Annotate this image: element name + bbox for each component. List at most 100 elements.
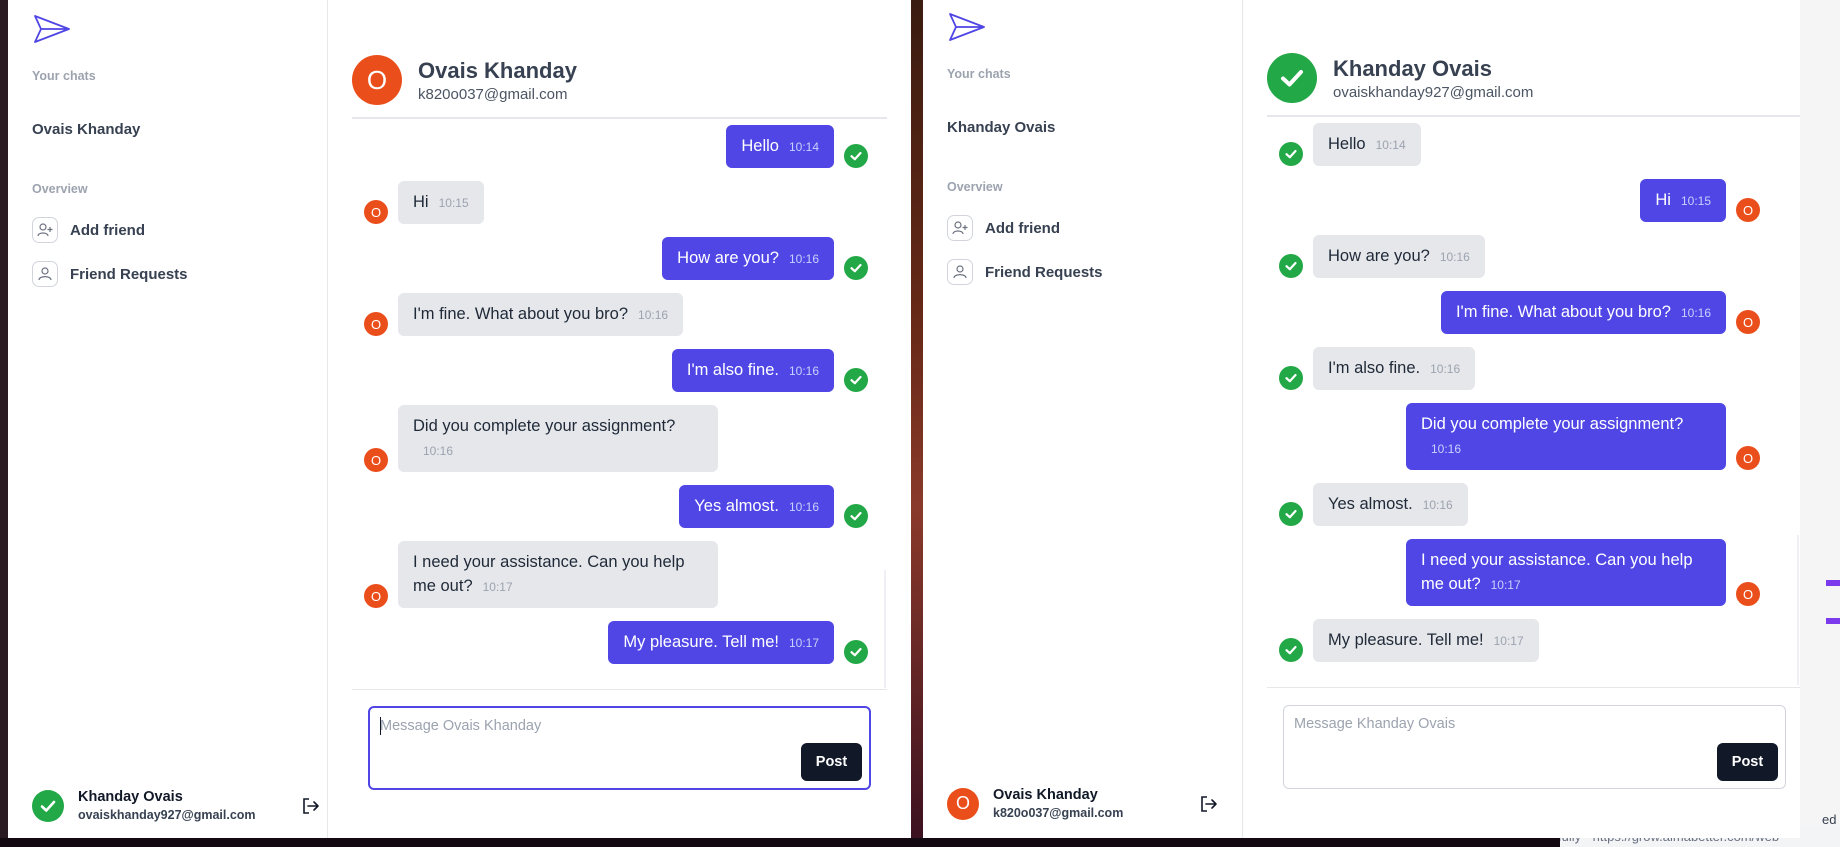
chat-partner-avatar: O <box>352 55 402 105</box>
message-text: How are you? <box>677 249 779 267</box>
message-outgoing: Yes almost. 10:16 <box>679 485 868 528</box>
scrollbar[interactable] <box>884 570 886 688</box>
message-composer[interactable]: Post <box>1283 705 1786 789</box>
message-outgoing: I'm fine. What about you bro? 10:16 O <box>1440 291 1760 334</box>
message-text: I'm fine. What about you bro? <box>413 305 629 323</box>
chat-partner-email: k820o037@gmail.com <box>418 85 568 103</box>
composer-divider <box>1267 687 1800 688</box>
check-avatar-icon <box>844 368 868 392</box>
taskbar <box>0 838 1560 847</box>
message-text: I need your assistance. Can you help me … <box>413 553 685 595</box>
check-avatar-icon <box>1279 142 1303 166</box>
message-incoming: How are you? 10:16 <box>1279 235 1485 278</box>
user-avatar-o: O <box>364 448 388 472</box>
check-avatar-icon <box>32 789 64 822</box>
profile-email: k820o037@gmail.com <box>993 806 1124 820</box>
message-time: 10:16 <box>788 500 819 514</box>
check-avatar-icon <box>1279 638 1303 662</box>
send-logo-icon[interactable] <box>947 10 987 44</box>
chat-header: Khanday Ovais ovaiskhanday927@gmail.com <box>1267 53 1800 117</box>
message-bubble: Hi 10:15 <box>398 181 484 224</box>
message-text: How are you? <box>1328 247 1430 265</box>
current-user-profile: O Ovais Khanday k820o037@gmail.com <box>947 787 1123 820</box>
chat-link[interactable]: Khanday Ovais <box>947 119 1055 136</box>
user-avatar-o: O <box>364 584 388 608</box>
message-outgoing: My pleasure. Tell me! 10:17 <box>608 621 868 664</box>
desktop-background <box>0 0 8 847</box>
overview-title: Overview <box>32 182 88 196</box>
message-incoming: O I need your assistance. Can you help m… <box>364 541 718 608</box>
chat-partner-email: ovaiskhanday927@gmail.com <box>1333 83 1534 101</box>
scrollbar[interactable] <box>1797 535 1799 685</box>
nav-label: Friend Requests <box>985 263 1103 281</box>
message-bubble: I need your assistance. Can you help me … <box>398 541 718 608</box>
message-time: 10:16 <box>1430 362 1461 376</box>
check-avatar-icon <box>844 640 868 664</box>
user-avatar-o: O <box>947 787 979 820</box>
message-time: 10:17 <box>482 580 513 594</box>
message-text: My pleasure. Tell me! <box>1328 631 1484 649</box>
message-time: 10:16 <box>1422 498 1453 512</box>
message-text: Hello <box>741 137 779 155</box>
message-text: My pleasure. Tell me! <box>623 633 779 651</box>
message-time: 10:15 <box>1680 194 1711 208</box>
message-composer[interactable]: Post <box>368 706 871 790</box>
message-text: I need your assistance. Can you help me … <box>1421 551 1693 593</box>
message-text: I'm also fine. <box>686 361 779 379</box>
sidebar: Your chats Ovais Khanday Overview Add fr… <box>8 0 328 838</box>
nav-label: Friend Requests <box>70 265 188 283</box>
nav-friend-requests[interactable]: Friend Requests <box>947 259 1103 285</box>
chat-partner-name: Khanday Ovais <box>1333 55 1492 81</box>
background-accent <box>1826 618 1840 624</box>
post-button[interactable]: Post <box>1717 743 1778 781</box>
message-time: 10:16 <box>423 444 454 458</box>
nav-label: Add friend <box>985 219 1060 237</box>
check-avatar-icon <box>844 256 868 280</box>
message-text: Hello <box>1328 135 1366 153</box>
message-incoming: O Did you complete your assignment? 10:16 <box>364 405 718 472</box>
message-time: 10:17 <box>788 636 819 650</box>
message-bubble: Yes almost. 10:16 <box>1313 483 1468 526</box>
profile-name: Ovais Khanday <box>993 787 1098 803</box>
logout-icon[interactable] <box>301 796 321 816</box>
overview-title: Overview <box>947 180 1003 194</box>
sidebar: Your chats Khanday Ovais Overview Add fr… <box>923 0 1243 838</box>
check-avatar-icon <box>844 504 868 528</box>
message-time: 10:14 <box>1375 138 1406 152</box>
message-input[interactable] <box>380 718 780 734</box>
chat-window-right: Your chats Khanday Ovais Overview Add fr… <box>923 0 1800 838</box>
message-incoming: O I'm fine. What about you bro? 10:16 <box>364 293 684 336</box>
message-bubble: Hi 10:15 <box>1640 179 1726 222</box>
nav-add-friend[interactable]: Add friend <box>32 217 145 243</box>
message-bubble: Did you complete your assignment? 10:16 <box>398 405 718 472</box>
background-accent <box>1826 580 1840 586</box>
check-avatar-icon <box>844 144 868 168</box>
message-bubble: Did you complete your assignment? 10:16 <box>1406 403 1726 470</box>
nav-friend-requests[interactable]: Friend Requests <box>32 261 188 287</box>
nav-add-friend[interactable]: Add friend <box>947 215 1060 241</box>
check-avatar-icon <box>1279 366 1303 390</box>
message-input[interactable] <box>1294 716 1695 732</box>
chat-link[interactable]: Ovais Khanday <box>32 121 140 138</box>
message-time: 10:16 <box>1680 306 1711 320</box>
message-bubble: I'm fine. What about you bro? 10:16 <box>1440 291 1726 334</box>
message-text: Yes almost. <box>694 497 779 515</box>
message-incoming: O Hi 10:15 <box>364 181 484 224</box>
logout-icon[interactable] <box>1199 794 1219 814</box>
message-time: 10:14 <box>788 140 819 154</box>
message-outgoing: I'm also fine. 10:16 <box>671 349 868 392</box>
post-button[interactable]: Post <box>801 743 862 781</box>
message-bubble: How are you? 10:16 <box>1313 235 1485 278</box>
message-text: Yes almost. <box>1328 495 1413 513</box>
desktop-background-gap <box>911 0 923 847</box>
user-avatar-o: O <box>1736 310 1760 334</box>
composer-divider <box>352 689 887 690</box>
message-time: 10:16 <box>788 364 819 378</box>
user-plus-icon <box>32 217 58 243</box>
message-bubble: Hello 10:14 <box>726 125 834 168</box>
user-avatar-o: O <box>364 200 388 224</box>
message-incoming: Hello 10:14 <box>1279 123 1421 166</box>
message-bubble: How are you? 10:16 <box>662 237 834 280</box>
user-plus-icon <box>947 215 973 241</box>
send-logo-icon[interactable] <box>32 12 72 46</box>
